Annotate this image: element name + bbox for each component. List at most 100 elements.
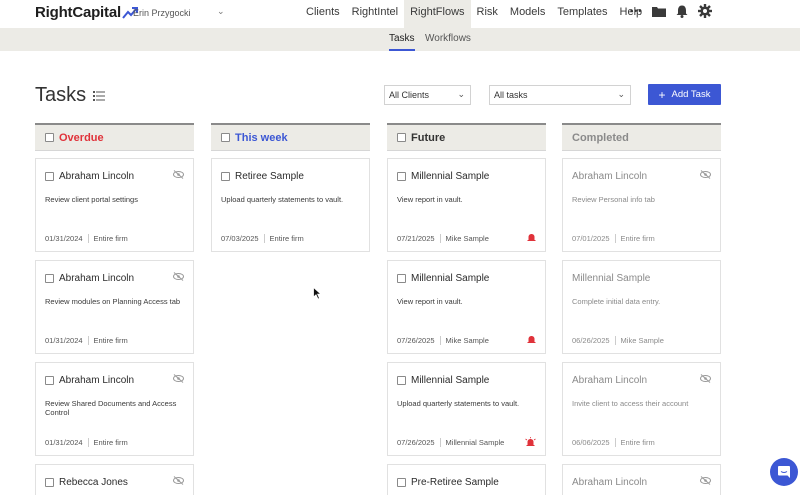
task-description: Review Personal info tab xyxy=(572,195,655,204)
task-checkbox[interactable] xyxy=(397,478,406,487)
tab-tasks[interactable]: Tasks xyxy=(389,33,415,51)
bell-icon[interactable] xyxy=(676,5,688,18)
list-icon[interactable] xyxy=(93,90,106,101)
task-card[interactable]: Rebecca Jones xyxy=(35,464,194,495)
divider xyxy=(87,234,89,243)
task-client: Pre-Retiree Sample xyxy=(411,477,499,488)
sub-nav: Tasks Workflows xyxy=(0,28,800,51)
task-description: Review client portal settings xyxy=(45,195,138,204)
select-all-checkbox[interactable] xyxy=(397,133,406,142)
task-checkbox[interactable] xyxy=(45,376,54,385)
task-date: 07/21/2025 xyxy=(397,234,435,243)
column-header-this-week: This week xyxy=(211,123,370,151)
nav-templates[interactable]: Templates xyxy=(551,0,613,28)
divider xyxy=(439,234,441,243)
task-checkbox[interactable] xyxy=(45,478,54,487)
task-card[interactable]: Abraham Lincoln xyxy=(562,464,721,495)
task-assignee: Mike Sample xyxy=(620,336,664,345)
task-client: Millennial Sample xyxy=(411,273,490,284)
task-card[interactable]: Millennial Sample View report in vault. … xyxy=(387,260,546,354)
task-assignee: Entire firm xyxy=(93,336,128,345)
add-task-button[interactable]: + Add Task xyxy=(648,84,721,105)
nav-rightflows[interactable]: RightFlows xyxy=(404,0,471,28)
select-all-checkbox[interactable] xyxy=(221,133,230,142)
task-description: Invite client to access their account xyxy=(572,399,689,408)
task-client: Rebecca Jones xyxy=(59,477,128,488)
task-card[interactable]: Millennial Sample Complete initial data … xyxy=(562,260,721,354)
gear-icon[interactable] xyxy=(698,4,713,18)
task-client: Abraham Lincoln xyxy=(59,171,135,182)
task-card[interactable]: Millennial Sample Upload quarterly state… xyxy=(387,362,546,456)
task-client: Abraham Lincoln xyxy=(572,477,648,488)
eye-off-icon[interactable] xyxy=(700,170,711,179)
task-checkbox[interactable] xyxy=(397,376,406,385)
chat-support-button[interactable] xyxy=(770,458,798,486)
task-date: 06/06/2025 xyxy=(572,438,610,447)
user-selector[interactable]: Erin Przygocki xyxy=(133,8,191,18)
folder-icon[interactable] xyxy=(652,5,667,17)
alarm-icon xyxy=(527,234,536,241)
task-client: Millennial Sample xyxy=(572,273,651,284)
task-card[interactable]: Retiree Sample Upload quarterly statemen… xyxy=(211,158,370,252)
eye-off-icon[interactable] xyxy=(173,476,184,485)
task-client: Millennial Sample xyxy=(411,375,490,386)
task-filter-select[interactable]: All tasks ⌄ xyxy=(489,85,631,105)
select-all-checkbox[interactable] xyxy=(45,133,54,142)
task-date: 01/31/2024 xyxy=(45,438,83,447)
task-checkbox[interactable] xyxy=(45,172,54,181)
chevron-down-icon[interactable]: ⌄ xyxy=(217,6,225,17)
divider xyxy=(439,336,441,345)
alarm-icon xyxy=(527,336,536,343)
column-header-overdue: Overdue xyxy=(35,123,194,151)
task-client: Millennial Sample xyxy=(411,171,490,182)
more-icon[interactable]: ••• xyxy=(630,6,642,16)
task-checkbox[interactable] xyxy=(45,274,54,283)
task-assignee: Entire firm xyxy=(93,234,128,243)
eye-off-icon[interactable] xyxy=(700,374,711,383)
task-assignee: Entire firm xyxy=(269,234,304,243)
eye-off-icon[interactable] xyxy=(173,374,184,383)
task-card[interactable]: Millennial Sample View report in vault. … xyxy=(387,158,546,252)
task-client: Abraham Lincoln xyxy=(572,171,648,182)
main-nav: Clients RightIntel RightFlows Risk Model… xyxy=(300,0,648,28)
task-checkbox[interactable] xyxy=(397,172,406,181)
task-description: Upload quarterly statements to vault. xyxy=(397,399,520,408)
logo[interactable]: RightCapital xyxy=(35,4,138,21)
client-filter-select[interactable]: All Clients ⌄ xyxy=(384,85,471,105)
task-description: Review modules on Planning Access tab xyxy=(45,297,181,306)
task-assignee: Mike Sample xyxy=(445,234,489,243)
chat-icon xyxy=(778,466,790,478)
divider xyxy=(614,234,616,243)
task-assignee: Millennial Sample xyxy=(445,438,505,447)
eye-off-icon[interactable] xyxy=(173,272,184,281)
nav-models[interactable]: Models xyxy=(504,0,551,28)
column-title: Overdue xyxy=(59,131,104,144)
column-title: This week xyxy=(235,131,288,144)
nav-risk[interactable]: Risk xyxy=(471,0,504,28)
column-title: Future xyxy=(411,131,446,144)
task-card[interactable]: Abraham Lincoln Review client portal set… xyxy=(35,158,194,252)
column-title: Completed xyxy=(572,131,629,144)
eye-off-icon[interactable] xyxy=(173,170,184,179)
top-bar: RightCapital Erin Przygocki ⌄ Clients Ri… xyxy=(0,0,800,28)
eye-off-icon[interactable] xyxy=(700,476,711,485)
tab-workflows[interactable]: Workflows xyxy=(425,33,471,44)
task-description: Upload quarterly statements to vault. xyxy=(221,195,344,204)
task-client: Abraham Lincoln xyxy=(59,375,135,386)
column-header-future: Future xyxy=(387,123,546,151)
task-date: 01/31/2024 xyxy=(45,336,83,345)
task-date: 07/26/2025 xyxy=(397,336,435,345)
divider xyxy=(439,438,441,447)
task-card[interactable]: Pre-Retiree Sample xyxy=(387,464,546,495)
nav-clients[interactable]: Clients xyxy=(300,0,346,28)
task-filter-value: All tasks xyxy=(494,90,528,100)
task-checkbox[interactable] xyxy=(221,172,230,181)
task-card[interactable]: Abraham Lincoln Invite client to access … xyxy=(562,362,721,456)
task-card[interactable]: Abraham Lincoln Review modules on Planni… xyxy=(35,260,194,354)
task-client: Abraham Lincoln xyxy=(59,273,135,284)
task-checkbox[interactable] xyxy=(397,274,406,283)
add-task-label: Add Task xyxy=(671,89,711,100)
nav-rightintel[interactable]: RightIntel xyxy=(346,0,404,28)
task-card[interactable]: Abraham Lincoln Review Personal info tab… xyxy=(562,158,721,252)
task-card[interactable]: Abraham Lincoln Review Shared Documents … xyxy=(35,362,194,456)
